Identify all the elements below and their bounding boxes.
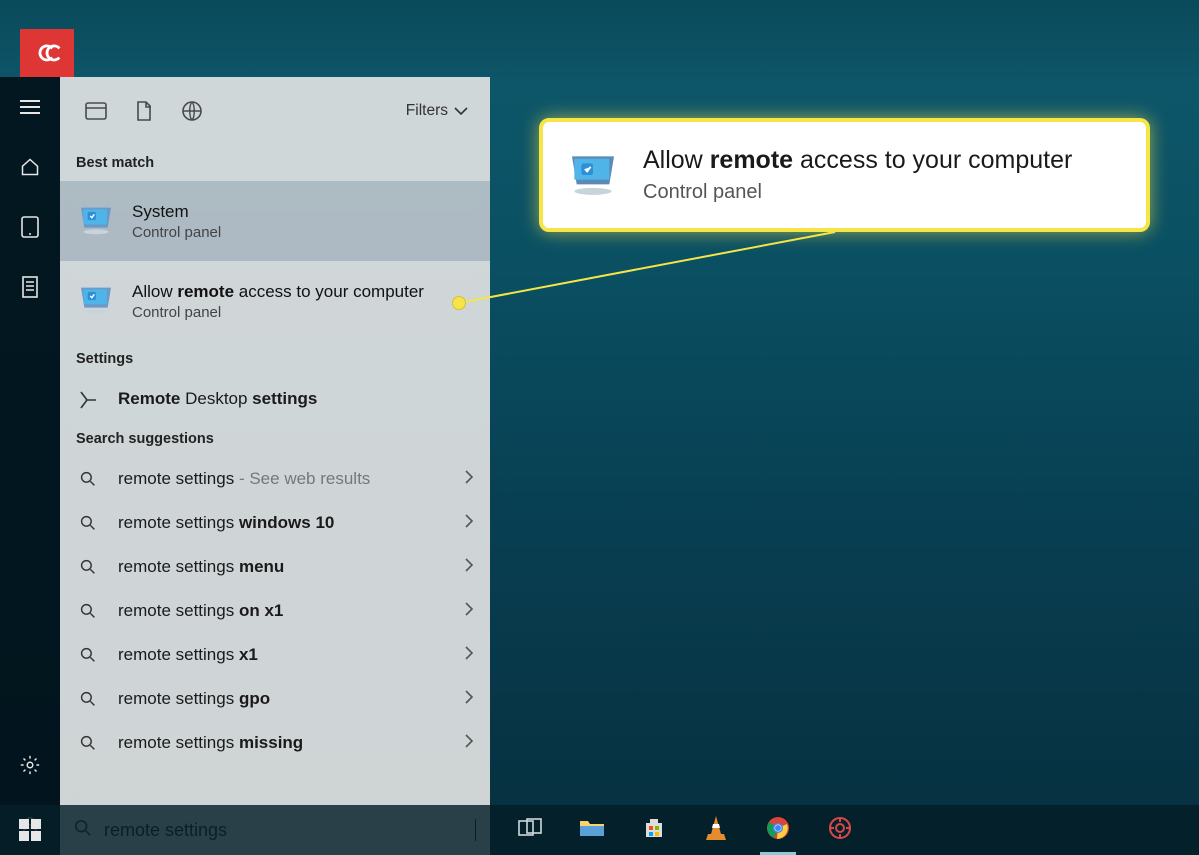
best-match-label: Best match: [60, 145, 490, 181]
hamburger-button[interactable]: [0, 77, 60, 137]
search-result[interactable]: Allow remote access to your computer Con…: [60, 261, 490, 341]
chevron-right-icon: [464, 557, 474, 578]
this-pc-button[interactable]: [0, 257, 60, 317]
filters-label: Filters: [406, 102, 448, 120]
apps-tab-icon: [85, 102, 107, 120]
web-tab-icon: [182, 101, 202, 121]
tablet-icon: [21, 216, 39, 238]
search-icon: [76, 731, 100, 755]
settings-result[interactable]: Remote Desktop settings: [60, 377, 490, 421]
microsoft-store-taskbar-button[interactable]: [632, 805, 676, 855]
callout-highlight: Allow remote access to your computer Con…: [539, 118, 1150, 232]
settings-button[interactable]: [0, 735, 60, 795]
chevron-right-icon: [464, 601, 474, 622]
result-title: Allow remote access to your computer: [132, 282, 424, 302]
callout-title: Allow remote access to your computer: [643, 146, 1072, 175]
suggestion-text: remote settings on x1: [118, 601, 464, 621]
chevron-right-icon: [464, 733, 474, 754]
suggestions-label: Search suggestions: [60, 421, 490, 457]
settings-result-title: Remote Desktop settings: [118, 389, 317, 409]
search-icon: [76, 643, 100, 667]
chevron-right-icon: [464, 645, 474, 666]
search-suggestion[interactable]: remote settings missing: [60, 721, 490, 765]
search-result[interactable]: System Control panel: [60, 181, 490, 261]
chrome-taskbar-button[interactable]: [756, 805, 800, 855]
vlc-icon: [705, 816, 727, 845]
result-subtitle: Control panel: [132, 304, 424, 321]
vlc-taskbar-button[interactable]: [694, 805, 738, 855]
search-suggestion[interactable]: remote settings - See web results: [60, 457, 490, 501]
suggestion-text: remote settings - See web results: [118, 469, 464, 489]
adobe-cc-icon: [30, 36, 64, 70]
documents-tab-icon: [136, 101, 152, 121]
chevron-down-icon: [454, 107, 468, 115]
file-explorer-taskbar-button[interactable]: [570, 805, 614, 855]
unknown-app-icon: [828, 816, 852, 845]
remote-desktop-icon: [76, 387, 100, 411]
tablet-button[interactable]: [0, 197, 60, 257]
chevron-right-icon: [464, 469, 474, 490]
hamburger-icon: [20, 100, 40, 114]
search-suggestion[interactable]: remote settings on x1: [60, 589, 490, 633]
home-button[interactable]: [0, 137, 60, 197]
search-suggestion[interactable]: remote settings menu: [60, 545, 490, 589]
search-suggestion[interactable]: remote settings windows 10: [60, 501, 490, 545]
start-button[interactable]: [0, 805, 60, 855]
server-icon: [22, 276, 38, 298]
settings-gear-icon: [19, 754, 41, 776]
suggestion-text: remote settings missing: [118, 733, 464, 753]
search-icon: [76, 467, 100, 491]
filters-button[interactable]: Filters: [396, 102, 478, 120]
search-results-panel: Filters Best match System Control panel …: [60, 77, 490, 805]
chrome-icon: [766, 816, 790, 845]
microsoft-store-icon: [643, 817, 665, 844]
home-icon: [20, 157, 40, 177]
settings-label: Settings: [60, 341, 490, 377]
search-suggestion[interactable]: remote settings x1: [60, 633, 490, 677]
search-icon: [76, 687, 100, 711]
search-icon: [76, 511, 100, 535]
apps-tab[interactable]: [72, 87, 120, 135]
monitor-icon: [76, 201, 116, 241]
web-tab[interactable]: [168, 87, 216, 135]
chevron-right-icon: [464, 513, 474, 534]
start-sidebar: [0, 77, 60, 855]
result-title: System: [132, 202, 221, 222]
suggestion-text: remote settings x1: [118, 645, 464, 665]
search-icon: [76, 555, 100, 579]
callout-pointer-dot: [452, 296, 466, 310]
task-view-taskbar-button[interactable]: [508, 805, 552, 855]
monitor-icon: [565, 147, 621, 203]
suggestion-text: remote settings windows 10: [118, 513, 464, 533]
result-subtitle: Control panel: [132, 224, 221, 241]
suggestion-text: remote settings gpo: [118, 689, 464, 709]
search-suggestion[interactable]: remote settings gpo: [60, 677, 490, 721]
desktop-icon-adobe-cc[interactable]: [20, 29, 74, 77]
callout-subtitle: Control panel: [643, 181, 1072, 204]
suggestion-text: remote settings menu: [118, 557, 464, 577]
file-explorer-icon: [579, 818, 605, 843]
monitor-icon: [76, 281, 116, 321]
documents-tab[interactable]: [120, 87, 168, 135]
unknown-app-taskbar-button[interactable]: [818, 805, 862, 855]
search-panel-header: Filters: [60, 77, 490, 145]
windows-logo-icon: [19, 819, 41, 841]
search-icon: [76, 599, 100, 623]
task-view-icon: [518, 818, 542, 843]
taskbar: [0, 805, 1199, 855]
chevron-right-icon: [464, 689, 474, 710]
